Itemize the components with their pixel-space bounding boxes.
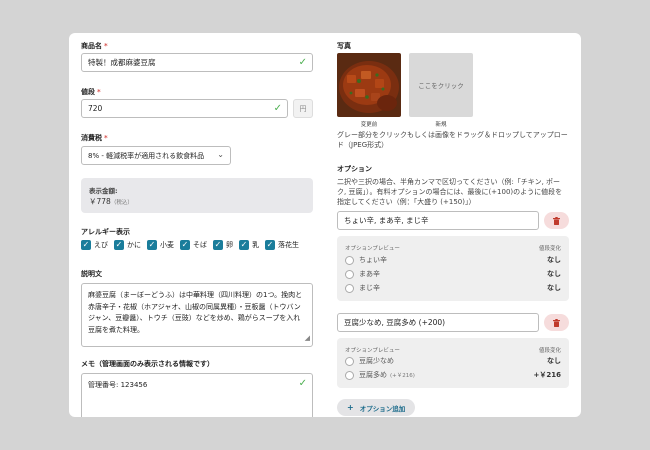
chevron-down-icon: ⌄ <box>217 150 224 159</box>
allergy-checkbox-label: そば <box>193 241 207 249</box>
allergy-checkbox-label: 乳 <box>252 241 259 249</box>
new-photo-dropzone[interactable]: ここをクリック <box>409 53 473 117</box>
allergy-checkbox-group: ✓ えび ✓ かに ✓ 小麦 ✓ そば ✓ 卵 ✓ 乳 ✓ 落花生 <box>81 240 305 250</box>
trash-icon <box>553 318 560 327</box>
allergy-checkbox[interactable]: ✓ <box>213 240 223 250</box>
preview-header: オプションプレビュー <box>345 246 400 252</box>
option-row[interactable]: 豆腐少なめ なし <box>345 355 561 367</box>
description-label: 説明文 <box>81 270 102 278</box>
check-icon: ✓ <box>298 57 307 68</box>
option-row[interactable]: ちょい辛 なし <box>345 254 561 266</box>
current-photo[interactable] <box>337 53 401 117</box>
add-option-button[interactable]: + オプション追加 <box>337 399 416 416</box>
mapo-tofu-image <box>337 53 401 117</box>
price-change-header: 値段変化 <box>538 348 561 354</box>
allergy-checkbox-label: 卵 <box>226 241 233 249</box>
product-name-input[interactable]: 特製！成都麻婆豆腐 ✓ <box>81 53 313 72</box>
check-icon: ✓ <box>298 378 307 389</box>
option-input[interactable]: 豆腐少なめ, 豆腐多め (+200) <box>337 313 539 332</box>
product-edit-card: 商品名 * 特製！成都麻婆豆腐 ✓ 値段 * 720 ✓ 円 消費税 * 8% - 軽… <box>69 33 581 417</box>
radio-button[interactable] <box>345 370 354 380</box>
allergy-checkbox[interactable]: ✓ <box>147 240 157 250</box>
price-input[interactable]: 720 ✓ <box>81 99 288 118</box>
new-photo-caption: 新規 <box>435 122 447 128</box>
memo-label: メモ（管理画面のみ表示される情報です） <box>81 360 214 368</box>
allergy-checkbox[interactable]: ✓ <box>180 240 190 250</box>
allergy-checkbox-label: かに <box>127 241 141 249</box>
display-price-label: 表示金額: <box>89 187 118 195</box>
price-label: 値段 * <box>81 88 101 96</box>
memo-textarea[interactable]: 管理番号: 123456 ✓ <box>81 373 313 417</box>
allergy-checkbox[interactable]: ✓ <box>265 240 275 250</box>
display-price-box: 表示金額: ￥778（税込） <box>81 178 313 213</box>
allergy-label: アレルギー表示 <box>81 228 130 236</box>
price-unit: 円 <box>293 99 313 118</box>
allergy-checkbox-label: えび <box>94 241 108 249</box>
plus-icon: + <box>347 403 354 412</box>
options-help-text: 二択や三択の場合、半角カンマで区切ってください（例:「チキン, ポーク, 豆腐」… <box>337 178 563 206</box>
allergy-checkbox-label: 落花生 <box>278 241 299 249</box>
options-label: オプション <box>337 165 372 173</box>
radio-button[interactable] <box>345 255 354 265</box>
option-row[interactable]: まじ辛 なし <box>345 282 561 294</box>
option-row[interactable]: 豆腐多め (+￥216) +￥216 <box>345 369 561 381</box>
allergy-checkbox-label: 小麦 <box>160 241 174 249</box>
preview-header: オプションプレビュー <box>345 348 400 354</box>
description-textarea[interactable]: 麻婆豆腐（まーぼーどうふ）は中華料理（四川料理）の1つ。挽肉と赤唐辛子・花椒（ホ… <box>81 283 313 347</box>
tax-label: 消費税 * <box>81 134 108 142</box>
photo-help-text: グレー部分をクリックもしくは画像をドラッグ＆ドロップしてアップロード（JPEG形… <box>337 131 568 149</box>
allergy-checkbox[interactable]: ✓ <box>114 240 124 250</box>
radio-button[interactable] <box>345 269 354 279</box>
trash-icon <box>553 216 560 225</box>
resize-handle-icon[interactable]: ◢ <box>305 333 310 345</box>
current-photo-caption: 変更前 <box>360 122 378 128</box>
radio-button[interactable] <box>345 283 354 293</box>
display-price-value: ￥778（税込） <box>89 197 133 206</box>
price-change-header: 値段変化 <box>538 246 561 252</box>
option-row[interactable]: まあ辛 なし <box>345 268 561 280</box>
product-name-label: 商品名 * <box>81 42 108 50</box>
radio-button[interactable] <box>345 356 354 366</box>
allergy-checkbox[interactable]: ✓ <box>81 240 91 250</box>
photo-label: 写真 <box>337 42 351 50</box>
delete-option-button[interactable] <box>544 314 569 331</box>
check-icon: ✓ <box>273 103 282 114</box>
allergy-checkbox[interactable]: ✓ <box>239 240 249 250</box>
delete-option-button[interactable] <box>544 212 569 229</box>
option-preview-box: オプションプレビュー 値段変化 ちょい辛 なし まあ辛 なし まじ辛 なし <box>337 236 569 301</box>
option-input[interactable]: ちょい辛, まあ辛, まじ辛 <box>337 211 539 230</box>
option-preview-box: オプションプレビュー 値段変化 豆腐少なめ なし 豆腐多め (+￥216) +￥216 <box>337 338 569 388</box>
tax-select[interactable]: 8% - 軽減税率が適用される飲食料品 ⌄ <box>81 146 231 165</box>
